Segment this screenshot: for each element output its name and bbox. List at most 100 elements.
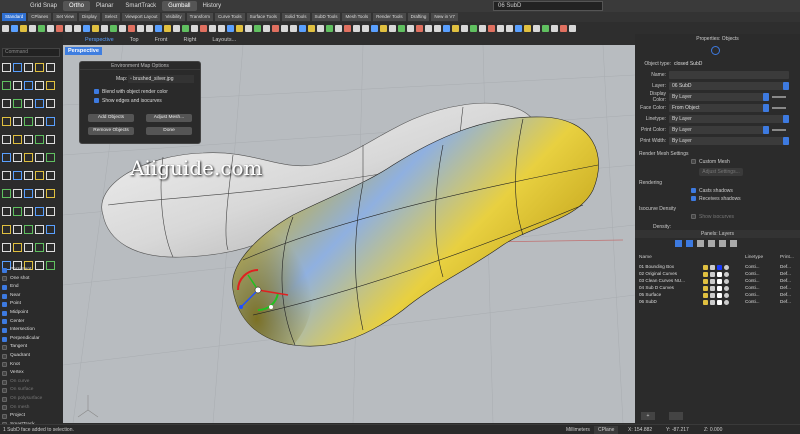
name-field[interactable] <box>669 71 789 79</box>
osnap-item[interactable]: Midpoint <box>2 309 62 318</box>
layer-linetype[interactable]: Conti... <box>745 264 760 271</box>
visible-icon[interactable] <box>703 279 708 284</box>
left-tool-icon[interactable] <box>2 171 11 180</box>
layers-col-print[interactable]: Print... <box>780 255 794 260</box>
layer-linetype[interactable]: Conti... <box>745 271 760 278</box>
left-tool-icon[interactable] <box>2 225 11 234</box>
ribbon-tab[interactable]: Solid Tools <box>281 13 310 21</box>
toolbar-tool-icon[interactable] <box>380 24 387 32</box>
add-panel-button[interactable]: + <box>641 412 655 420</box>
color-icon[interactable] <box>717 272 722 277</box>
left-tool-icon[interactable] <box>13 63 22 72</box>
toolbar-tool-icon[interactable] <box>38 24 45 32</box>
viewport-tab[interactable]: Top <box>122 37 147 43</box>
toolbar-tool-icon[interactable] <box>335 24 342 32</box>
ribbon-tab[interactable]: Transform <box>186 13 213 21</box>
panel-options-button[interactable] <box>669 412 683 420</box>
adjust-mesh-button[interactable]: Adjust Mesh... <box>146 114 192 122</box>
toolbar-tool-icon[interactable] <box>263 24 270 32</box>
toolbar-tool-icon[interactable] <box>191 24 198 32</box>
toolbar-tool-icon[interactable] <box>173 24 180 32</box>
ribbon-tab[interactable]: Viewport Layout <box>122 13 161 21</box>
toolbar-tool-icon[interactable] <box>290 24 297 32</box>
left-tool-icon[interactable] <box>24 225 33 234</box>
layer-linetype[interactable]: Conti... <box>745 299 760 306</box>
color-swatch[interactable] <box>772 129 786 131</box>
layer-print[interactable]: Def... <box>780 299 791 306</box>
grid-snap-toggle[interactable]: Grid Snap <box>24 1 63 11</box>
lock-icon[interactable] <box>710 300 715 305</box>
ortho-toggle[interactable]: Ortho <box>63 1 91 11</box>
osnap-item[interactable]: Near <box>2 292 62 301</box>
left-tool-icon[interactable] <box>13 117 22 126</box>
layer-row[interactable]: 01 Bounding Box Conti... Def... <box>635 264 800 271</box>
ribbon-tab[interactable]: Drafting <box>407 13 430 21</box>
move-up-icon[interactable] <box>708 240 715 247</box>
linetype-select[interactable]: By Layer <box>669 115 789 123</box>
lock-icon[interactable] <box>710 272 715 277</box>
toolbar-tool-icon[interactable] <box>164 24 171 32</box>
command-input[interactable]: Command <box>2 48 60 57</box>
toolbar-tool-icon[interactable] <box>92 24 99 32</box>
left-tool-icon[interactable] <box>13 81 22 90</box>
left-tool-icon[interactable] <box>35 99 44 108</box>
delete-layer-icon[interactable] <box>697 240 704 247</box>
cplane-select[interactable]: CPlane <box>594 426 619 434</box>
ribbon-tab[interactable]: Standard <box>2 13 27 21</box>
toolbar-tool-icon[interactable] <box>425 24 432 32</box>
color-icon[interactable] <box>717 279 722 284</box>
toolbar-tool-icon[interactable] <box>137 24 144 32</box>
left-tool-icon[interactable] <box>46 225 55 234</box>
show-edges-checkbox[interactable]: Show edges and isocurves <box>94 98 162 104</box>
viewport-tab[interactable]: Layouts... <box>204 37 244 43</box>
ribbon-tab[interactable]: New in V7 <box>431 13 458 21</box>
gumball-toggle[interactable]: Gumball <box>162 1 197 11</box>
viewport-tab[interactable]: Perspective <box>77 37 122 43</box>
layer-print[interactable]: Def... <box>780 292 791 299</box>
toolbar-tool-icon[interactable] <box>245 24 252 32</box>
left-tool-icon[interactable] <box>35 135 44 144</box>
toolbar-tool-icon[interactable] <box>299 24 306 32</box>
history-toggle[interactable]: History <box>197 1 228 11</box>
left-tool-icon[interactable] <box>35 225 44 234</box>
left-tool-icon[interactable] <box>2 99 11 108</box>
toolbar-tool-icon[interactable] <box>362 24 369 32</box>
casts-shadows-checkbox[interactable]: Casts shadows <box>691 188 733 194</box>
toolbar-tool-icon[interactable] <box>533 24 540 32</box>
toolbar-tool-icon[interactable] <box>416 24 423 32</box>
osnap-item[interactable]: Vertex <box>2 369 62 378</box>
object-properties-icon[interactable] <box>711 46 720 55</box>
layer-print[interactable]: Def... <box>780 264 791 271</box>
ribbon-tab[interactable]: Render Tools <box>373 13 406 21</box>
toolbar-tool-icon[interactable] <box>20 24 27 32</box>
left-tool-icon[interactable] <box>46 189 55 198</box>
toolbar-tool-icon[interactable] <box>11 24 18 32</box>
show-isocurves-checkbox[interactable]: Show isocurves <box>691 214 734 220</box>
toolbar-tool-icon[interactable] <box>218 24 225 32</box>
display-color-select[interactable]: By Layer <box>669 93 769 101</box>
toolbar-tool-icon[interactable] <box>506 24 513 32</box>
toolbar-tool-icon[interactable] <box>47 24 54 32</box>
toolbar-tool-icon[interactable] <box>101 24 108 32</box>
osnap-item[interactable]: Quadrant <box>2 352 62 361</box>
toolbar-tool-icon[interactable] <box>569 24 576 32</box>
toolbar-tool-icon[interactable] <box>209 24 216 32</box>
ribbon-tab[interactable]: Display <box>78 13 100 21</box>
color-icon[interactable] <box>717 300 722 305</box>
layer-print[interactable]: Def... <box>780 278 791 285</box>
left-tool-icon[interactable] <box>24 153 33 162</box>
toolbar-tool-icon[interactable] <box>182 24 189 32</box>
left-tool-icon[interactable] <box>13 135 22 144</box>
material-icon[interactable] <box>724 279 729 284</box>
toolbar-tool-icon[interactable] <box>254 24 261 32</box>
toolbar-tool-icon[interactable] <box>272 24 279 32</box>
layer-linetype[interactable]: Conti... <box>745 292 760 299</box>
left-tool-icon[interactable] <box>35 117 44 126</box>
color-icon[interactable] <box>717 293 722 298</box>
print-color-select[interactable]: By Layer <box>669 126 769 134</box>
toolbar-tool-icon[interactable] <box>119 24 126 32</box>
left-tool-icon[interactable] <box>13 153 22 162</box>
lock-icon[interactable] <box>710 293 715 298</box>
toolbar-tool-icon[interactable] <box>461 24 468 32</box>
done-button[interactable]: Done <box>146 127 192 135</box>
